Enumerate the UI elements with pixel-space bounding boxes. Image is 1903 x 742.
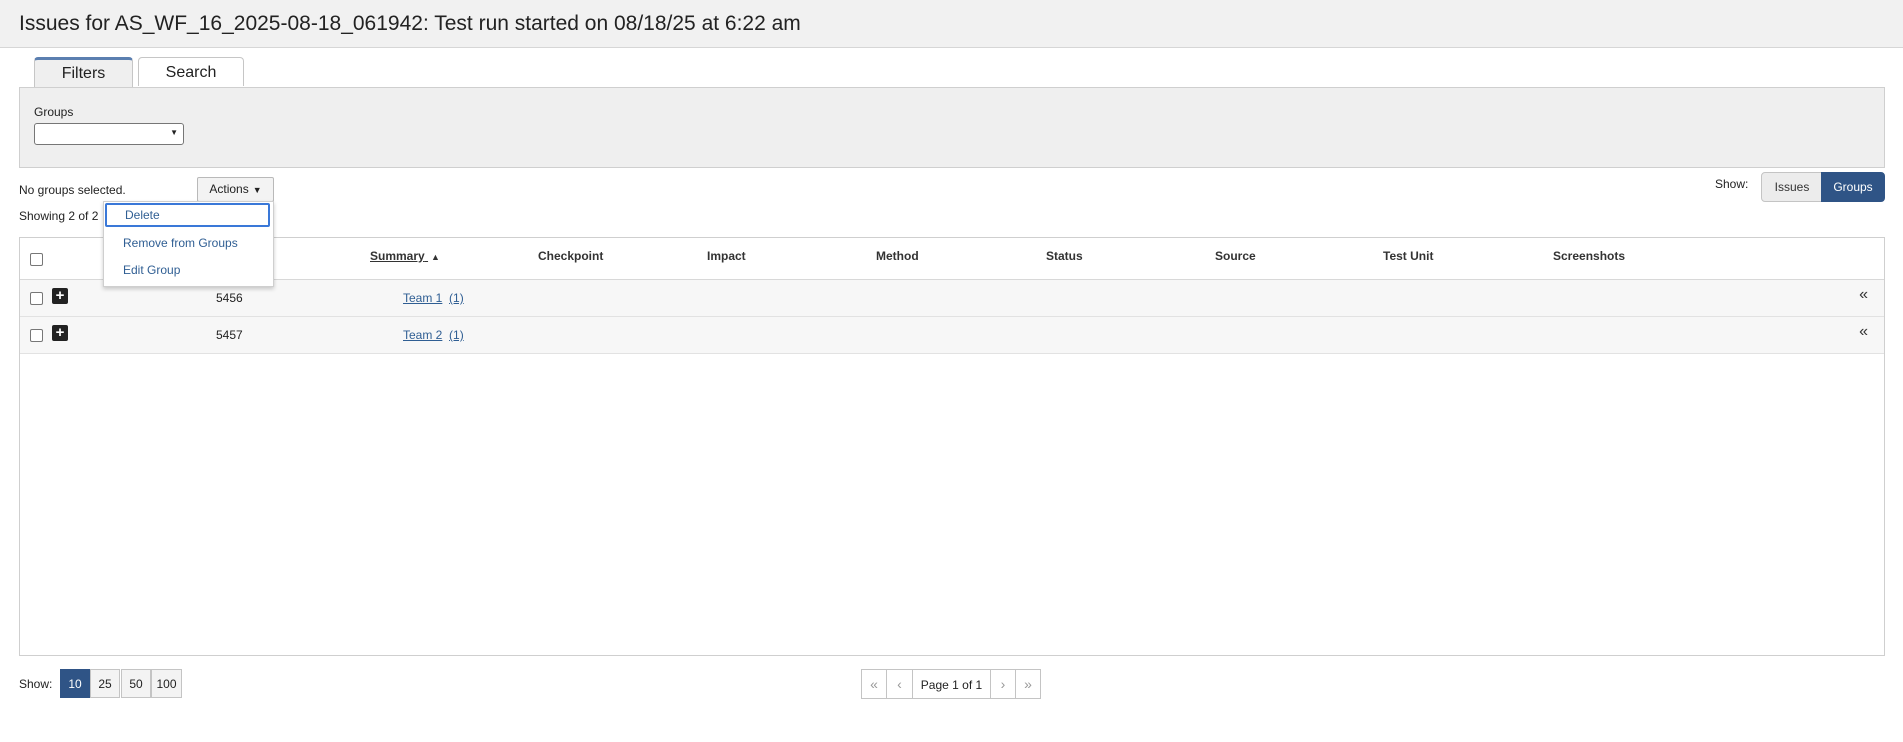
tab-filters[interactable]: Filters [34, 57, 133, 87]
select-all-checkbox[interactable] [30, 253, 43, 266]
table-header: Summary ▲ Checkpoint Impact Method Statu… [20, 238, 1884, 280]
actions-menu: Delete Remove from Groups Edit Group [103, 201, 274, 287]
menu-item-remove-from-groups[interactable]: Remove from Groups [105, 231, 270, 255]
row-checkbox[interactable] [30, 329, 43, 342]
table-row: + 5457 Team 2 (1) « [20, 317, 1884, 354]
page-size-10[interactable]: 10 [60, 669, 90, 698]
caret-down-icon: ▼ [170, 128, 178, 137]
double-chevron-left-icon[interactable]: « [1859, 286, 1868, 304]
page-size-label: Show: [19, 677, 53, 691]
page-size-50[interactable]: 50 [121, 669, 151, 698]
table-row: + 5456 Team 1 (1) « [20, 280, 1884, 317]
tab-search[interactable]: Search [138, 57, 244, 86]
count-link[interactable]: (1) [449, 328, 464, 342]
page-header: Issues for AS_WF_16_2025-08-18_061942: T… [0, 0, 1903, 48]
caret-down-icon: ▼ [252, 185, 262, 195]
column-header-summary-label: Summary [370, 249, 425, 263]
page-size-100[interactable]: 100 [151, 669, 182, 698]
showing-count: Showing 2 of 2 [19, 209, 99, 223]
groups-select[interactable]: ▼ [34, 123, 184, 145]
summary-link[interactable]: Team 1 [403, 291, 442, 305]
menu-item-edit-group[interactable]: Edit Group [105, 258, 270, 282]
actions-button[interactable]: Actions ▼ [197, 177, 274, 202]
count-link[interactable]: (1) [449, 291, 464, 305]
row-id: 5457 [216, 328, 243, 342]
column-header-impact[interactable]: Impact [707, 249, 746, 263]
row-id: 5456 [216, 291, 243, 305]
next-page-icon[interactable]: › [990, 669, 1016, 699]
prev-page-icon[interactable]: ‹ [886, 669, 913, 699]
column-header-screenshots[interactable]: Screenshots [1553, 249, 1625, 263]
actions-label: Actions [209, 182, 249, 196]
selection-status: No groups selected. [19, 183, 126, 197]
first-page-icon[interactable]: « [861, 669, 887, 699]
view-toggle-label: Show: [1715, 177, 1749, 191]
groups-table: Summary ▲ Checkpoint Impact Method Statu… [19, 237, 1885, 656]
expand-plus-icon[interactable]: + [52, 325, 68, 341]
double-chevron-left-icon[interactable]: « [1859, 323, 1868, 341]
menu-item-delete[interactable]: Delete [105, 203, 270, 227]
toggle-issues[interactable]: Issues [1761, 172, 1823, 202]
column-header-status[interactable]: Status [1046, 249, 1083, 263]
toggle-groups[interactable]: Groups [1821, 172, 1885, 202]
page-size-25[interactable]: 25 [90, 669, 120, 698]
row-checkbox[interactable] [30, 292, 43, 305]
column-header-method[interactable]: Method [876, 249, 919, 263]
column-header-source[interactable]: Source [1215, 249, 1256, 263]
page-indicator: Page 1 of 1 [912, 669, 991, 699]
page-title: Issues for AS_WF_16_2025-08-18_061942: T… [19, 12, 801, 35]
row-summary: Team 1 (1) [403, 291, 464, 305]
sort-ascending-icon: ▲ [431, 252, 440, 262]
filter-panel: Groups ▼ [19, 87, 1885, 168]
expand-plus-icon[interactable]: + [52, 288, 68, 304]
groups-filter-label: Groups [34, 105, 74, 119]
column-header-checkpoint[interactable]: Checkpoint [538, 249, 603, 263]
last-page-icon[interactable]: » [1015, 669, 1041, 699]
column-header-summary[interactable]: Summary ▲ [370, 249, 440, 263]
row-summary: Team 2 (1) [403, 328, 464, 342]
summary-link[interactable]: Team 2 [403, 328, 442, 342]
column-header-test-unit[interactable]: Test Unit [1383, 249, 1433, 263]
